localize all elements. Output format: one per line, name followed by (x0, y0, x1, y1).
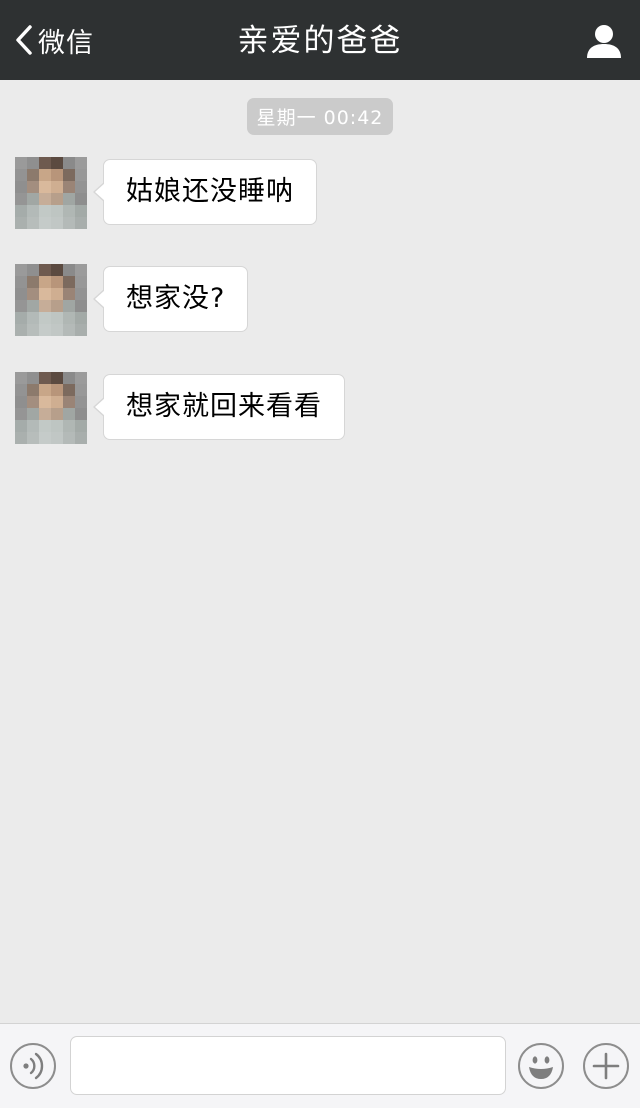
input-toolbar (0, 1023, 640, 1108)
message-bubble[interactable]: 想家没? (92, 266, 249, 332)
chat-title: 亲爱的爸爸 (237, 23, 403, 59)
chat-info-button[interactable] (584, 22, 624, 62)
contact-avatar[interactable] (15, 372, 87, 444)
voice-icon (23, 1052, 44, 1080)
voice-input-button[interactable] (10, 1043, 56, 1089)
message-input[interactable] (70, 1036, 506, 1095)
message-bubble[interactable]: 姑娘还没睡呐 (93, 159, 317, 225)
person-icon (587, 25, 621, 58)
emoji-button[interactable] (518, 1043, 564, 1089)
plus-icon (592, 1052, 620, 1080)
contact-avatar[interactable] (15, 264, 87, 336)
message-timestamp: 星期一 00:42 (246, 98, 394, 135)
contact-avatar[interactable] (15, 157, 87, 229)
navigation-bar: 微信 亲爱的爸爸 (0, 0, 640, 80)
more-options-button[interactable] (583, 1043, 629, 1089)
message-bubble[interactable]: 想家就回来看看 (93, 374, 345, 440)
timestamp-row: 星期一 00:42 (0, 98, 640, 135)
emoji-icon (529, 1056, 553, 1079)
